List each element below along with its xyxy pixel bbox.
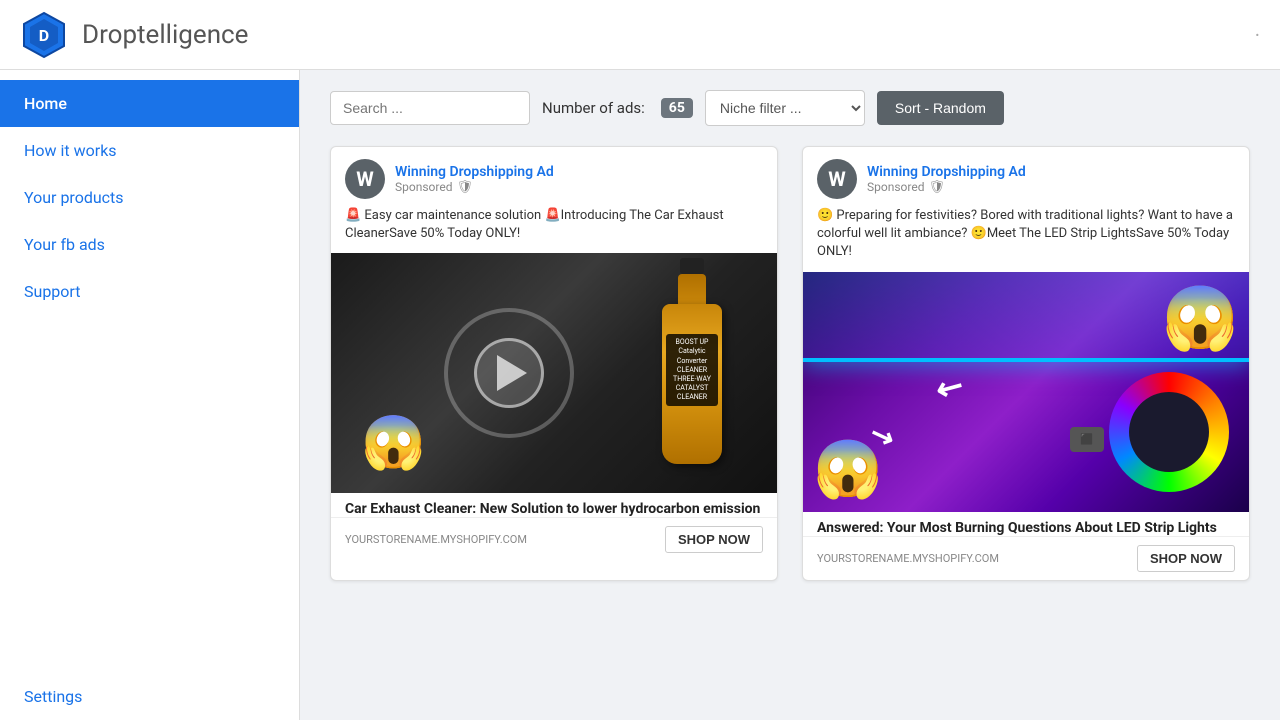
ad-card-2-text: 🙂 Preparing for festivities? Bored with …: [803, 207, 1249, 272]
sidebar-item-home[interactable]: Home: [0, 80, 299, 127]
ad-card-1-product-title: Car Exhaust Cleaner: New Solution to low…: [345, 501, 763, 517]
ad-card-2: W Winning Dropshipping Ad Sponsored 🛡 🙂 …: [802, 146, 1250, 581]
ad-card-1-image: BOOST UP Catalytic Converter CLEANER THR…: [331, 253, 777, 493]
ad-card-2-store-url: YOURSTORENAME.MYSHOPIFY.COM: [817, 552, 999, 565]
niche-filter-select[interactable]: Niche filter ... All niches Auto Home El…: [705, 90, 865, 126]
ad-card-2-avatar: W: [817, 159, 857, 199]
shocked-emoji-1: 😱: [1162, 282, 1239, 355]
led-strip-circle: [1109, 372, 1229, 492]
ad-card-2-title: Winning Dropshipping Ad: [867, 164, 1235, 180]
scared-emoji: 😱: [361, 412, 426, 473]
ad-card-1-sponsored: Sponsored 🛡: [395, 180, 763, 195]
ad-card-1-title: Winning Dropshipping Ad: [395, 164, 763, 180]
sidebar: Home How it works Your products Your fb …: [0, 70, 300, 720]
app-layout: Home How it works Your products Your fb …: [0, 70, 1280, 720]
app-logo-icon: D: [20, 11, 68, 59]
header: D Droptelligence ·: [0, 0, 1280, 70]
product-bottle: BOOST UP Catalytic Converter CLEANER THR…: [662, 258, 722, 464]
bottle-neck: [678, 274, 706, 304]
search-input[interactable]: [330, 91, 530, 125]
ad-card-2-image: 😱 😱 ↙ ↘ ⬛: [803, 272, 1249, 512]
ad-card-2-sponsored: Sponsored 🛡: [867, 180, 1235, 195]
sidebar-item-how-it-works[interactable]: How it works: [0, 127, 299, 174]
ad-card-1-avatar: W: [345, 159, 385, 199]
bottle-cap: [680, 258, 704, 274]
ads-count-label: Number of ads:: [542, 99, 645, 117]
led-strip-inner: [1129, 392, 1209, 472]
bottle-label: BOOST UP Catalytic Converter CLEANER THR…: [666, 334, 718, 406]
play-button[interactable]: [474, 338, 544, 408]
car-exhaust-bg: BOOST UP Catalytic Converter CLEANER THR…: [331, 253, 777, 493]
toolbar: Number of ads: 65 Niche filter ... All n…: [330, 90, 1250, 126]
ad-card-1-meta: Winning Dropshipping Ad Sponsored 🛡: [395, 164, 763, 195]
sponsored-icon: 🛡: [456, 180, 473, 195]
sidebar-item-your-fb-ads[interactable]: Your fb ads: [0, 221, 299, 268]
app-title: Droptelligence: [82, 20, 248, 50]
main-content: Number of ads: 65 Niche filter ... All n…: [300, 70, 1280, 720]
ad-card-1-footer: YOURSTORENAME.MYSHOPIFY.COM SHOP NOW: [331, 517, 777, 561]
ad-card-2-desc: Answered: Your Most Burning Questions Ab…: [803, 512, 1249, 536]
ad-card-2-product-title: Answered: Your Most Burning Questions Ab…: [817, 520, 1235, 536]
ad-card-1-header: W Winning Dropshipping Ad Sponsored 🛡: [331, 147, 777, 207]
sponsored-icon-2: 🛡: [928, 180, 945, 195]
shop-now-button-2[interactable]: SHOP NOW: [1137, 545, 1235, 572]
ads-count-badge: 65: [661, 98, 693, 118]
led-adapter: ⬛: [1070, 427, 1104, 452]
ads-grid: W Winning Dropshipping Ad Sponsored 🛡 🚨 …: [330, 146, 1250, 581]
ad-card-1-desc: Car Exhaust Cleaner: New Solution to low…: [331, 493, 777, 517]
bottle-body: BOOST UP Catalytic Converter CLEANER THR…: [662, 304, 722, 464]
white-arrow-1: ↙: [929, 363, 971, 409]
sidebar-spacer: [0, 315, 299, 673]
shop-now-button-1[interactable]: SHOP NOW: [665, 526, 763, 553]
svg-text:D: D: [39, 26, 49, 45]
sort-random-button[interactable]: Sort - Random: [877, 91, 1004, 125]
play-triangle-icon: [497, 355, 527, 391]
sidebar-item-support[interactable]: Support: [0, 268, 299, 315]
ad-card-2-footer: YOURSTORENAME.MYSHOPIFY.COM SHOP NOW: [803, 536, 1249, 580]
ad-card-2-header: W Winning Dropshipping Ad Sponsored 🛡: [803, 147, 1249, 207]
sidebar-item-settings[interactable]: Settings: [0, 673, 299, 720]
ad-card-1-text: 🚨 Easy car maintenance solution 🚨Introdu…: [331, 207, 777, 253]
ad-card-2-meta: Winning Dropshipping Ad Sponsored 🛡: [867, 164, 1235, 195]
ad-card-1: W Winning Dropshipping Ad Sponsored 🛡 🚨 …: [330, 146, 778, 581]
ad-card-1-store-url: YOURSTORENAME.MYSHOPIFY.COM: [345, 533, 527, 546]
led-bg: 😱 😱 ↙ ↘ ⬛: [803, 272, 1249, 512]
sidebar-item-your-products[interactable]: Your products: [0, 174, 299, 221]
header-dot: ·: [1255, 23, 1260, 47]
